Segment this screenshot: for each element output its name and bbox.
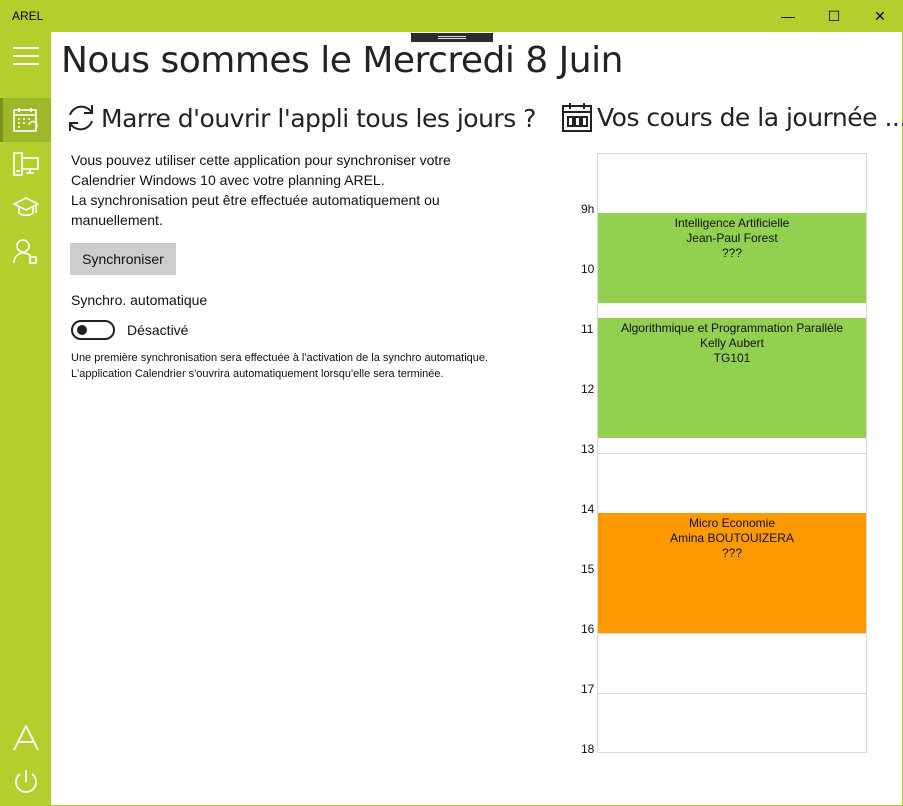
description-line: manuellement.: [71, 212, 163, 228]
schedule-section-heading: Vos cours de la journée ...: [561, 102, 903, 132]
course-title: Algorithmique et Programmation Parallèle: [620, 321, 844, 335]
course-teacher: Amina BOUTOUIZERA: [670, 531, 794, 545]
course-event[interactable]: Algorithmique et Programmation Parallèle…: [598, 318, 866, 438]
graduation-cap-icon: [12, 197, 39, 217]
note-line: Une première synchronisation sera effect…: [71, 352, 489, 364]
close-button[interactable]: ✕: [857, 0, 903, 32]
note-line: L'application Calendrier s'ouvrira autom…: [71, 368, 444, 380]
app-title: AREL: [12, 9, 44, 23]
menu-button[interactable]: [0, 34, 51, 78]
toggle-knob: [77, 325, 87, 335]
description-line: La synchronisation peut être effectuée a…: [71, 192, 440, 208]
course-room: ???: [721, 546, 743, 560]
power-icon: [14, 770, 37, 793]
sidebar-item-courses[interactable]: [0, 186, 51, 230]
course-title: Micro Economie: [688, 516, 776, 530]
course-teacher: Kelly Aubert: [699, 336, 765, 350]
arel-logo-icon: [12, 725, 39, 751]
description-line: Calendrier Windows 10 avec votre plannin…: [71, 172, 385, 188]
user-icon: [12, 239, 37, 264]
course-title: Intelligence Artificielle: [674, 216, 790, 230]
course-room: ???: [721, 246, 743, 260]
course-teacher: Jean-Paul Forest: [686, 231, 778, 245]
hour-label: 17: [581, 682, 595, 696]
hour-label: 9h: [581, 202, 595, 216]
sidebar-item-devices[interactable]: [0, 142, 51, 186]
sidebar: [0, 32, 51, 806]
maximize-button[interactable]: ☐: [811, 0, 857, 32]
sidebar-item-power[interactable]: [0, 760, 51, 804]
sync-icon: [69, 105, 93, 131]
calendar-icon: [562, 103, 592, 132]
hour-label: 12: [581, 382, 595, 396]
course-event[interactable]: Micro Economie Amina BOUTOUIZERA???: [598, 513, 866, 633]
calendar-sync-icon: [12, 108, 38, 132]
hour-label: 14: [581, 502, 595, 516]
schedule-heading-text: Vos cours de la journée ...: [597, 102, 903, 132]
hour-gridline: [598, 693, 866, 694]
description-line: Vous pouvez utiliser cette application p…: [71, 152, 451, 168]
hour-label: 10: [581, 262, 595, 276]
sync-description: Vous pouvez utiliser cette application p…: [71, 150, 511, 230]
hour-gridline: [598, 633, 866, 634]
hour-label: 18: [581, 742, 595, 756]
main-content: Nous sommes le Mercredi 8 Juin Marre d'o…: [51, 32, 903, 805]
page-title: Nous sommes le Mercredi 8 Juin: [61, 40, 623, 81]
course-room: TG101: [713, 351, 751, 365]
sidebar-item-calendar-sync[interactable]: [0, 98, 51, 142]
title-bar: AREL — ☐ ✕: [0, 0, 903, 32]
auto-sync-label: Synchro. automatique: [71, 292, 208, 308]
hour-label: 13: [581, 442, 595, 456]
sidebar-item-arel[interactable]: [0, 716, 51, 760]
devices-icon: [12, 152, 39, 176]
hour-gridline: [598, 453, 866, 454]
synchronize-button[interactable]: Synchroniser: [70, 243, 176, 275]
hour-label: 15: [581, 562, 595, 576]
auto-sync-toggle[interactable]: [71, 320, 115, 340]
sync-note: Une première synchronisation sera effect…: [71, 350, 488, 382]
menu-icon: [12, 47, 39, 65]
sync-heading-text: Marre d'ouvrir l'appli tous les jours ?: [101, 103, 536, 133]
hour-label: 16: [581, 622, 595, 636]
schedule-grid: Intelligence Artificielle Jean-Paul Fores…: [597, 153, 867, 753]
minimize-button[interactable]: —: [765, 0, 811, 32]
sidebar-item-profile[interactable]: [0, 230, 51, 274]
toggle-state-label: Désactivé: [127, 322, 189, 338]
sync-section-heading: Marre d'ouvrir l'appli tous les jours ?: [65, 102, 536, 134]
course-event[interactable]: Intelligence Artificielle Jean-Paul Fores…: [598, 213, 866, 303]
hour-label: 11: [581, 322, 594, 336]
